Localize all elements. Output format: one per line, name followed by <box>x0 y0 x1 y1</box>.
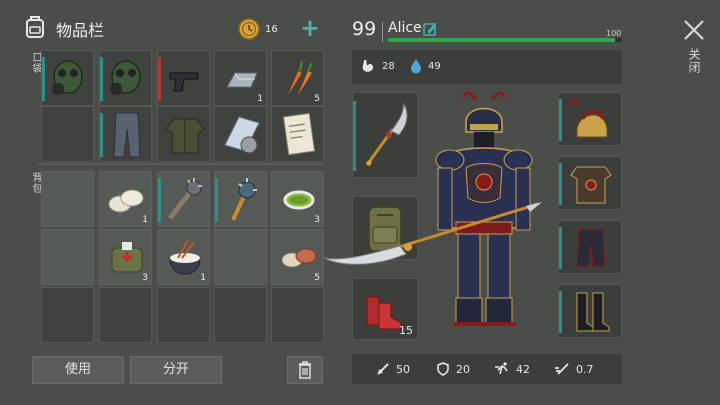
empty-slot[interactable] <box>214 287 267 343</box>
boots-icon <box>576 292 610 332</box>
swift-sword-icon <box>555 363 569 375</box>
level-divider <box>382 22 383 42</box>
water-drop-icon <box>409 58 423 74</box>
section-divider <box>38 163 324 165</box>
item-slot-note[interactable] <box>271 106 324 162</box>
guan-dao-icon <box>365 102 408 166</box>
boots-count: 15 <box>399 324 413 337</box>
pants-icon <box>113 112 141 158</box>
empty-slot[interactable] <box>41 171 94 227</box>
coin-count: 16 <box>265 24 278 35</box>
spiked-mace-icon <box>231 178 257 221</box>
player-level: 99 <box>352 18 377 40</box>
pants-slot[interactable] <box>558 220 622 274</box>
split-button[interactable]: 分开 <box>130 356 222 384</box>
attack-stat: 50 <box>376 362 410 376</box>
boots-item-slot[interactable]: 15 <box>352 278 418 340</box>
coin-icon <box>238 18 260 40</box>
item-slot-iron-ingot[interactable]: 1 <box>214 50 267 106</box>
item-count: 3 <box>142 273 148 283</box>
equipped-polearm <box>316 200 546 280</box>
running-icon <box>495 362 508 375</box>
item-count: 5 <box>314 94 320 104</box>
empty-slot[interactable] <box>99 287 152 343</box>
health-max: 100 <box>606 29 622 38</box>
pants-icon <box>576 228 606 268</box>
empty-slot[interactable] <box>214 229 267 285</box>
gas-mask-icon <box>52 60 83 95</box>
empty-slot[interactable] <box>271 287 324 343</box>
slot-bar <box>559 291 562 333</box>
edit-name-icon[interactable] <box>423 21 437 36</box>
close-button[interactable]: 关闭 <box>680 18 708 88</box>
speed-value: 42 <box>516 362 530 376</box>
pistol-icon <box>169 72 199 92</box>
item-slot-jacket[interactable] <box>157 106 210 162</box>
item-slot-spiked-club[interactable] <box>157 171 210 227</box>
gas-mask-icon <box>110 60 141 95</box>
helmet-slot[interactable] <box>558 92 622 146</box>
item-slot-rice-bowl[interactable]: 1 <box>157 229 210 285</box>
empty-slot[interactable] <box>41 229 94 285</box>
use-button[interactable]: 使用 <box>32 356 124 384</box>
attack-speed-stat: 0.7 <box>554 362 594 376</box>
close-icon <box>684 20 704 40</box>
close-label: 关闭 <box>687 48 701 74</box>
player-name: Alice <box>388 20 422 36</box>
health-bar-track <box>388 38 622 42</box>
defense-value: 20 <box>456 362 470 376</box>
slot-bar <box>559 99 562 141</box>
note-icon <box>282 112 316 156</box>
item-slot-pistol[interactable] <box>157 50 210 106</box>
item-slot-medkit-bag[interactable]: 3 <box>99 229 152 285</box>
hunger-value: 28 <box>382 61 395 72</box>
trash-button[interactable] <box>287 356 323 384</box>
armor-icon <box>570 166 612 204</box>
map-compass-icon <box>224 116 260 154</box>
item-count: 1 <box>142 215 148 225</box>
trash-icon <box>299 361 311 379</box>
page-title: 物品栏 <box>56 21 105 40</box>
helmet-icon <box>569 99 608 138</box>
empty-slot[interactable] <box>41 287 94 343</box>
item-slot-dumplings[interactable]: 1 <box>99 171 152 227</box>
attack-value: 50 <box>396 362 410 376</box>
armor-slot[interactable] <box>558 156 622 210</box>
item-slot-map-compass[interactable] <box>214 106 267 162</box>
item-count: 1 <box>257 94 263 104</box>
slot-bar <box>559 163 562 205</box>
add-coins-button[interactable]: + <box>300 13 320 43</box>
item-count: 1 <box>200 273 206 283</box>
item-slot-gas-mask[interactable] <box>99 50 152 106</box>
item-slot-spiked-mace[interactable] <box>214 171 267 227</box>
attack-speed-value: 0.7 <box>576 362 594 376</box>
thirst-value: 49 <box>428 61 441 72</box>
weapon-slot[interactable] <box>352 92 418 178</box>
item-slot-carrots[interactable]: 5 <box>271 50 324 106</box>
slot-bar <box>353 101 356 171</box>
health-bar-fill <box>388 38 615 42</box>
backpack-icon <box>24 14 46 38</box>
stomach-icon <box>360 58 376 74</box>
jacket-icon <box>165 118 205 154</box>
sword-icon <box>377 363 389 375</box>
speed-stat: 42 <box>494 362 530 376</box>
item-slot-pants[interactable] <box>99 106 152 162</box>
empty-slot[interactable] <box>157 287 210 343</box>
boots-slot[interactable] <box>558 284 622 338</box>
shield-icon <box>437 362 449 376</box>
empty-slot[interactable] <box>41 106 94 162</box>
item-slot-gas-mask[interactable] <box>41 50 94 106</box>
slot-bar <box>559 227 562 269</box>
defense-stat: 20 <box>436 362 470 376</box>
spiked-club-icon <box>168 178 202 220</box>
